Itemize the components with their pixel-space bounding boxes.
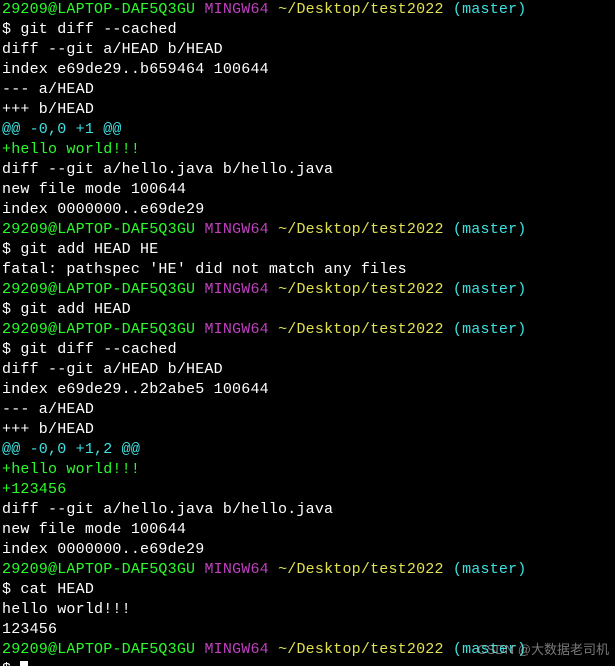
output-line: +123456 — [2, 481, 66, 498]
output-line: +++ b/HEAD — [2, 421, 94, 438]
output-line: new file mode 100644 — [2, 181, 186, 198]
prompt-path: ~/Desktop/test2022 — [278, 561, 453, 578]
prompt-dollar: $ — [2, 661, 20, 666]
prompt-shell: MINGW64 — [204, 221, 278, 238]
prompt-shell: MINGW64 — [204, 641, 278, 658]
output-line: @@ -0,0 +1,2 @@ — [2, 441, 140, 458]
output-line: diff --git a/HEAD b/HEAD — [2, 41, 223, 58]
terminal-window[interactable]: 29209@LAPTOP-DAF5Q3GU MINGW64 ~/Desktop/… — [0, 0, 615, 666]
output-line: index e69de29..b659464 100644 — [2, 61, 269, 78]
prompt-branch: (master) — [453, 221, 527, 238]
output-line: fatal: pathspec 'HE' did not match any f… — [2, 261, 407, 278]
output-line: --- a/HEAD — [2, 81, 94, 98]
prompt-dollar: $ — [2, 241, 20, 258]
output-line: 123456 — [2, 621, 57, 638]
command-input[interactable]: git diff --cached — [20, 341, 176, 358]
output-line: new file mode 100644 — [2, 521, 186, 538]
output-line: +hello world!!! — [2, 461, 140, 478]
prompt-user: 29209@LAPTOP-DAF5Q3GU — [2, 641, 204, 658]
prompt-dollar: $ — [2, 21, 20, 38]
prompt-dollar: $ — [2, 301, 20, 318]
output-line: +++ b/HEAD — [2, 101, 94, 118]
prompt-branch: (master) — [453, 561, 527, 578]
prompt-branch: (master) — [453, 281, 527, 298]
prompt-path: ~/Desktop/test2022 — [278, 641, 453, 658]
output-line: diff --git a/HEAD b/HEAD — [2, 361, 223, 378]
prompt-user: 29209@LAPTOP-DAF5Q3GU — [2, 321, 204, 338]
prompt-path: ~/Desktop/test2022 — [278, 281, 453, 298]
output-line: hello world!!! — [2, 601, 131, 618]
output-line: index 0000000..e69de29 — [2, 201, 204, 218]
command-input[interactable]: cat HEAD — [20, 581, 94, 598]
output-line: --- a/HEAD — [2, 401, 94, 418]
prompt-shell: MINGW64 — [204, 1, 278, 18]
prompt-branch: (master) — [453, 321, 527, 338]
prompt-path: ~/Desktop/test2022 — [278, 1, 453, 18]
prompt-path: ~/Desktop/test2022 — [278, 321, 453, 338]
output-line: +hello world!!! — [2, 141, 140, 158]
output-line: diff --git a/hello.java b/hello.java — [2, 161, 333, 178]
prompt-user: 29209@LAPTOP-DAF5Q3GU — [2, 561, 204, 578]
prompt-user: 29209@LAPTOP-DAF5Q3GU — [2, 221, 204, 238]
prompt-branch: (master) — [453, 641, 527, 658]
prompt-user: 29209@LAPTOP-DAF5Q3GU — [2, 281, 204, 298]
prompt-dollar: $ — [2, 341, 20, 358]
prompt-branch: (master) — [453, 1, 527, 18]
command-input[interactable]: git add HEAD HE — [20, 241, 158, 258]
prompt-path: ~/Desktop/test2022 — [278, 221, 453, 238]
output-line: index e69de29..2b2abe5 100644 — [2, 381, 269, 398]
prompt-dollar: $ — [2, 581, 20, 598]
prompt-shell: MINGW64 — [204, 561, 278, 578]
command-input[interactable]: git add HEAD — [20, 301, 130, 318]
prompt-user: 29209@LAPTOP-DAF5Q3GU — [2, 1, 204, 18]
output-line: index 0000000..e69de29 — [2, 541, 204, 558]
output-line: @@ -0,0 +1 @@ — [2, 121, 122, 138]
command-input[interactable]: git diff --cached — [20, 21, 176, 38]
prompt-shell: MINGW64 — [204, 321, 278, 338]
output-line: diff --git a/hello.java b/hello.java — [2, 501, 333, 518]
cursor — [20, 661, 28, 666]
prompt-shell: MINGW64 — [204, 281, 278, 298]
